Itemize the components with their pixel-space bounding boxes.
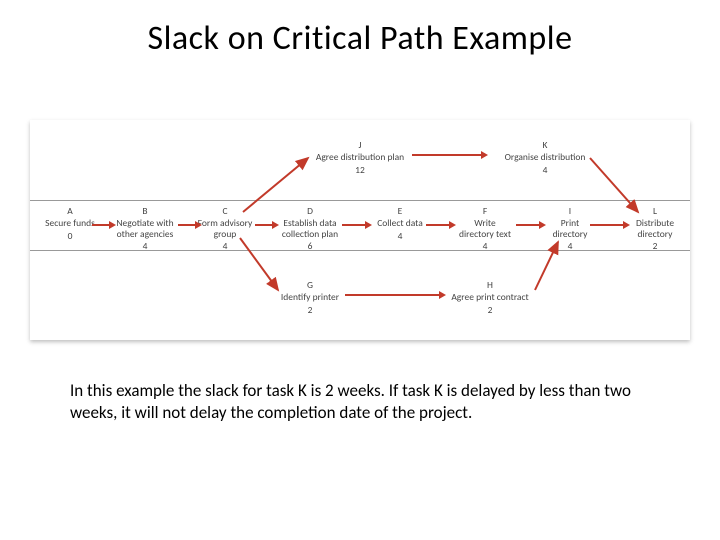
node-duration: 6 <box>282 241 338 251</box>
node-letter: L <box>636 206 674 216</box>
node-letter: G <box>281 280 339 290</box>
node-a: A Secure funds 0 <box>45 206 95 241</box>
node-duration: 2 <box>636 241 674 251</box>
node-k: K Organise distribution 4 <box>505 140 586 175</box>
node-i: I Printdirectory 4 <box>553 206 588 252</box>
node-duration: 4 <box>116 241 173 251</box>
node-j: J Agree distribution plan 12 <box>316 140 404 175</box>
node-l: L Distributedirectory 2 <box>636 206 674 252</box>
node-duration: 4 <box>198 241 253 251</box>
caption-text: In this example the slack for task K is … <box>70 380 660 424</box>
node-label: Establish datacollection plan <box>282 217 338 239</box>
node-letter: I <box>553 206 588 216</box>
node-g: G Identify printer 2 <box>281 280 339 315</box>
node-letter: F <box>459 206 511 216</box>
node-letter: B <box>116 206 173 216</box>
node-letter: D <box>282 206 338 216</box>
node-duration: 4 <box>459 241 511 251</box>
node-d: D Establish datacollection plan 6 <box>282 206 338 252</box>
node-label: Printdirectory <box>553 217 588 239</box>
arrow-e-f <box>426 224 450 226</box>
divider-top <box>30 200 690 201</box>
arrow-f-i <box>516 224 540 226</box>
diagram-canvas: A Secure funds 0 B Negotiate withother a… <box>30 120 690 340</box>
node-label: Distributedirectory <box>636 217 674 239</box>
node-duration: 4 <box>553 241 588 251</box>
node-h: H Agree print contract 2 <box>451 280 528 315</box>
node-label: Agree distribution plan <box>316 151 404 163</box>
node-letter: A <box>45 206 95 216</box>
node-label: Agree print contract <box>451 291 528 303</box>
node-duration: 2 <box>281 305 339 315</box>
node-letter: C <box>198 206 253 216</box>
node-label: Secure funds <box>45 217 95 229</box>
arrow-j-k <box>412 154 482 156</box>
arrow-g-h <box>345 294 440 296</box>
arrow-b-c <box>178 224 196 226</box>
node-label: Negotiate withother agencies <box>116 217 173 239</box>
node-duration: 0 <box>45 231 95 241</box>
node-letter: K <box>505 140 586 150</box>
node-e: E Collect data 4 <box>377 206 423 241</box>
node-letter: J <box>316 140 404 150</box>
node-label: Organise distribution <box>505 151 586 163</box>
node-duration: 2 <box>451 305 528 315</box>
arrow-d-e <box>342 224 366 226</box>
node-f: F Writedirectory text 4 <box>459 206 511 252</box>
node-label: Writedirectory text <box>459 217 511 239</box>
node-b: B Negotiate withother agencies 4 <box>116 206 173 252</box>
arrow-c-d <box>255 224 273 226</box>
node-duration: 12 <box>316 165 404 175</box>
node-c: C Form advisorygroup 4 <box>198 206 253 252</box>
node-label: Identify printer <box>281 291 339 303</box>
node-label: Collect data <box>377 217 423 229</box>
node-letter: E <box>377 206 423 216</box>
node-duration: 4 <box>377 231 423 241</box>
page-title: Slack on Critical Path Example <box>0 18 720 59</box>
node-letter: H <box>451 280 528 290</box>
node-duration: 4 <box>505 165 586 175</box>
node-label: Form advisorygroup <box>198 217 253 239</box>
arrow-a-b <box>92 224 110 226</box>
arrow-i-l <box>590 224 624 226</box>
